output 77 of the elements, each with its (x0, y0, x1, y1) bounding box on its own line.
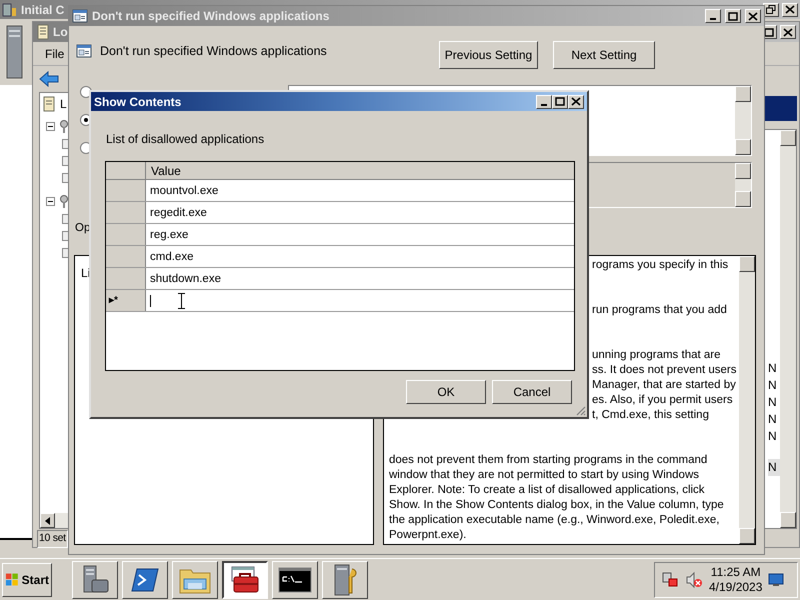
policy-heading: Don't run specified Windows applications (100, 43, 327, 60)
table-cell[interactable]: shutdown.exe (146, 268, 574, 290)
next-setting-button[interactable]: Next Setting (553, 41, 655, 69)
minimize-icon (541, 104, 547, 106)
window-icon (2, 2, 18, 18)
ok-button[interactable]: OK (406, 380, 486, 404)
help-text: rograms you specify in this (592, 258, 728, 273)
table-cell[interactable]: cmd.exe (146, 246, 574, 268)
close-button[interactable] (568, 94, 584, 109)
collapse-icon[interactable] (46, 196, 55, 206)
table-cell[interactable]: regedit.exe (146, 202, 574, 224)
window-title: Lo (53, 24, 68, 41)
row-header[interactable] (106, 224, 146, 246)
table-cell[interactable]: reg.exe (146, 224, 574, 246)
previous-setting-button[interactable]: Previous Setting (439, 41, 538, 69)
maximize-icon (555, 97, 565, 106)
list-item[interactable]: N (768, 360, 780, 377)
muted-speaker-icon[interactable] (685, 570, 703, 588)
window-title: Show Contents (94, 94, 182, 111)
start-button[interactable]: Start (2, 562, 52, 596)
restore-button[interactable] (763, 2, 779, 16)
close-icon (748, 12, 758, 20)
scrollbar[interactable] (739, 256, 755, 544)
list-label: List of disallowed applications (105, 131, 266, 148)
close-icon (571, 97, 581, 106)
windows-logo-icon (5, 572, 20, 588)
back-arrow-icon[interactable] (39, 71, 59, 87)
maximize-button[interactable] (552, 94, 568, 109)
help-text: does not prevent them from starting programs in the command window that they are not permitted to start by using Windows Explorer. Note: To create a list of disallowed applications, click Show. In the Show Contents dialog box, in the Value column, type the application executable name (e.g., Winword.exe, Poledit.exe, Powerpnt.exe). (389, 453, 724, 543)
list-item[interactable]: N (768, 411, 780, 428)
resize-grip-icon[interactable] (574, 404, 586, 416)
clock-date[interactable]: 4/19/2023 (709, 580, 762, 594)
new-row-marker: ▸* (106, 290, 146, 312)
row-header[interactable] (106, 180, 146, 202)
window-title: Don't run specified Windows applications (92, 8, 330, 25)
maximize-button[interactable] (725, 9, 741, 23)
row-header[interactable] (106, 246, 146, 268)
minimize-button[interactable] (536, 94, 552, 109)
text-cursor-icon (178, 292, 185, 309)
clock-time[interactable]: 11:25 AM (710, 564, 761, 580)
status-text: 10 set (37, 530, 68, 548)
network-icon[interactable] (661, 570, 679, 588)
policy-icon (72, 8, 88, 24)
console-icon (278, 566, 312, 592)
scrollbar[interactable] (780, 130, 796, 528)
list-item[interactable]: N (768, 459, 780, 476)
close-button[interactable] (745, 9, 761, 23)
cancel-button[interactable]: Cancel (492, 380, 572, 404)
row-header[interactable] (106, 202, 146, 224)
show-desktop-icon[interactable] (768, 572, 784, 586)
list-item[interactable]: N (768, 428, 780, 445)
minimize-button[interactable] (705, 9, 721, 23)
window-title: Initial C (21, 2, 64, 18)
editor-icon (36, 24, 50, 40)
minimize-icon (710, 18, 716, 20)
table-cell[interactable]: mountvol.exe (146, 180, 574, 202)
scroll-left-button[interactable] (40, 513, 55, 528)
help-text: unning programs that are ss. It does not prevent users Manager, that are started by es. Also, if you permit users t, Cmd.exe, this setting (592, 348, 736, 423)
row-header[interactable] (106, 268, 146, 290)
menu-item[interactable]: File (45, 44, 64, 62)
list-item[interactable]: N (768, 394, 780, 411)
tree-item[interactable]: L (60, 95, 67, 113)
list-item[interactable]: N (768, 377, 780, 394)
close-button[interactable] (780, 25, 796, 39)
help-text: run programs that you add (592, 303, 727, 318)
close-button[interactable] (782, 2, 798, 16)
collapse-icon[interactable] (46, 122, 55, 130)
maximize-icon (764, 28, 774, 36)
close-icon (783, 28, 793, 36)
policy-icon (42, 96, 56, 112)
left-arrow-icon (45, 516, 50, 524)
maximize-icon (728, 12, 738, 20)
server-icon (5, 24, 25, 80)
policy-icon (76, 43, 92, 60)
close-icon (785, 5, 795, 14)
powershell-icon (130, 566, 160, 594)
taskbar-app[interactable] (222, 560, 268, 598)
